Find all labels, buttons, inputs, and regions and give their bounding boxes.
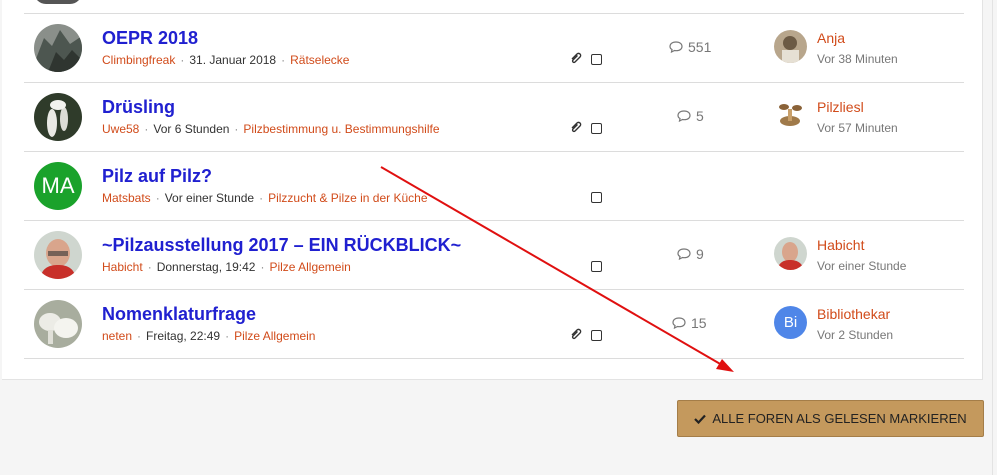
last-poster-avatar[interactable] <box>774 99 807 132</box>
last-poster-avatar[interactable]: Bi <box>774 306 807 339</box>
attachment-icon <box>571 52 582 64</box>
select-checkbox[interactable] <box>591 123 602 134</box>
last-poster-avatar[interactable] <box>774 237 807 270</box>
comment-icon <box>669 41 683 53</box>
comment-icon <box>677 110 691 122</box>
comment-icon <box>672 317 686 329</box>
author-avatar[interactable] <box>34 24 82 72</box>
thread-author[interactable]: Matsbats <box>102 191 151 205</box>
thread-row[interactable]: MA Pilz auf Pilz? Matsbats · Vor einer Stu… <box>24 152 964 221</box>
thread-date[interactable]: Vor 6 Stunden <box>153 122 229 136</box>
thread-meta: Matsbats · Vor einer Stunde · Pilzzucht & Pi… <box>102 191 428 205</box>
last-poster-name[interactable]: Anja <box>817 30 845 46</box>
thread-author[interactable]: Uwe58 <box>102 122 139 136</box>
reply-count-value: 15 <box>691 315 707 331</box>
thread-date[interactable]: Donnerstag, 19:42 <box>157 260 256 274</box>
attachment-icon <box>571 328 582 340</box>
select-checkbox[interactable] <box>591 261 602 272</box>
reply-count-value: 9 <box>696 246 704 262</box>
thread-forum[interactable]: Rätselecke <box>290 53 349 67</box>
thread-meta: neten · Freitag, 22:49 · Pilze Allgemein <box>102 329 316 343</box>
thread-row[interactable]: Drüsling Uwe58 · Vor 6 Stunden · Pilzbestimm… <box>24 83 964 152</box>
last-poster-name[interactable]: Bibliothekar <box>817 306 890 322</box>
thread-author[interactable]: Climbingfreak <box>102 53 175 67</box>
thread-meta: Uwe58 · Vor 6 Stunden · Pilzbestimmung u. Be… <box>102 122 440 136</box>
thread-author[interactable]: neten <box>102 329 132 343</box>
thread-forum[interactable]: Pilze Allgemein <box>269 260 350 274</box>
last-post-time[interactable]: Vor 2 Stunden <box>817 328 893 342</box>
thread-forum[interactable]: Pilzbestimmung u. Bestimmungshilfe <box>243 122 439 136</box>
thread-date[interactable]: Vor einer Stunde <box>165 191 254 205</box>
reply-count-value: 5 <box>696 108 704 124</box>
thread-title[interactable]: OEPR 2018 <box>102 28 198 49</box>
page-edge <box>992 0 993 475</box>
mark-all-read-button[interactable]: ALLE FOREN ALS GELESEN MARKIEREN <box>677 400 984 437</box>
reply-count: 5 <box>677 108 704 124</box>
comment-icon <box>677 248 691 260</box>
last-post-time[interactable]: Vor einer Stunde <box>817 259 906 273</box>
author-avatar[interactable] <box>34 300 82 348</box>
reply-count-value: 551 <box>688 39 712 55</box>
thread-list-panel: OEPR 2018 Climbingfreak · 31. Januar 2018 ·… <box>2 0 983 380</box>
select-checkbox[interactable] <box>591 54 602 65</box>
last-poster-name[interactable]: Pilzliesl <box>817 99 864 115</box>
author-avatar[interactable] <box>34 231 82 279</box>
check-icon <box>694 414 707 424</box>
thread-row[interactable]: Nomenklaturfrage neten · Freitag, 22:49 · Pi… <box>24 290 964 359</box>
thread-title[interactable]: Drüsling <box>102 97 175 118</box>
previous-row-edge <box>24 0 964 14</box>
mark-all-read-label: ALLE FOREN ALS GELESEN MARKIEREN <box>712 411 967 426</box>
last-poster-name[interactable]: Habicht <box>817 237 864 253</box>
thread-title[interactable]: ~Pilzausstellung 2017 – EIN RÜCKBLICK~ <box>102 235 461 256</box>
select-checkbox[interactable] <box>591 192 602 203</box>
last-post-time[interactable]: Vor 38 Minuten <box>817 52 898 66</box>
author-avatar[interactable]: MA <box>34 162 82 210</box>
thread-meta: Climbingfreak · 31. Januar 2018 · Rätselecke <box>102 53 350 67</box>
thread-date[interactable]: Freitag, 22:49 <box>146 329 220 343</box>
reply-count: 551 <box>669 39 711 55</box>
select-checkbox[interactable] <box>591 330 602 341</box>
thread-date[interactable]: 31. Januar 2018 <box>189 53 276 67</box>
thread-author[interactable]: Habicht <box>102 260 143 274</box>
thread-row[interactable]: OEPR 2018 Climbingfreak · 31. Januar 2018 ·… <box>24 14 964 83</box>
reply-count: 15 <box>672 315 707 331</box>
thread-meta: Habicht · Donnerstag, 19:42 · Pilze Allgemei… <box>102 260 351 274</box>
thread-forum[interactable]: Pilze Allgemein <box>234 329 315 343</box>
attachment-icon <box>571 121 582 133</box>
last-post-time[interactable]: Vor 57 Minuten <box>817 121 898 135</box>
thread-title[interactable]: Pilz auf Pilz? <box>102 166 212 187</box>
author-avatar[interactable] <box>34 93 82 141</box>
thread-row[interactable]: ~Pilzausstellung 2017 – EIN RÜCKBLICK~ H… <box>24 221 964 290</box>
thread-forum[interactable]: Pilzzucht & Pilze in der Küche <box>268 191 427 205</box>
last-poster-avatar[interactable] <box>774 30 807 63</box>
reply-count: 9 <box>677 246 704 262</box>
thread-title[interactable]: Nomenklaturfrage <box>102 304 256 325</box>
